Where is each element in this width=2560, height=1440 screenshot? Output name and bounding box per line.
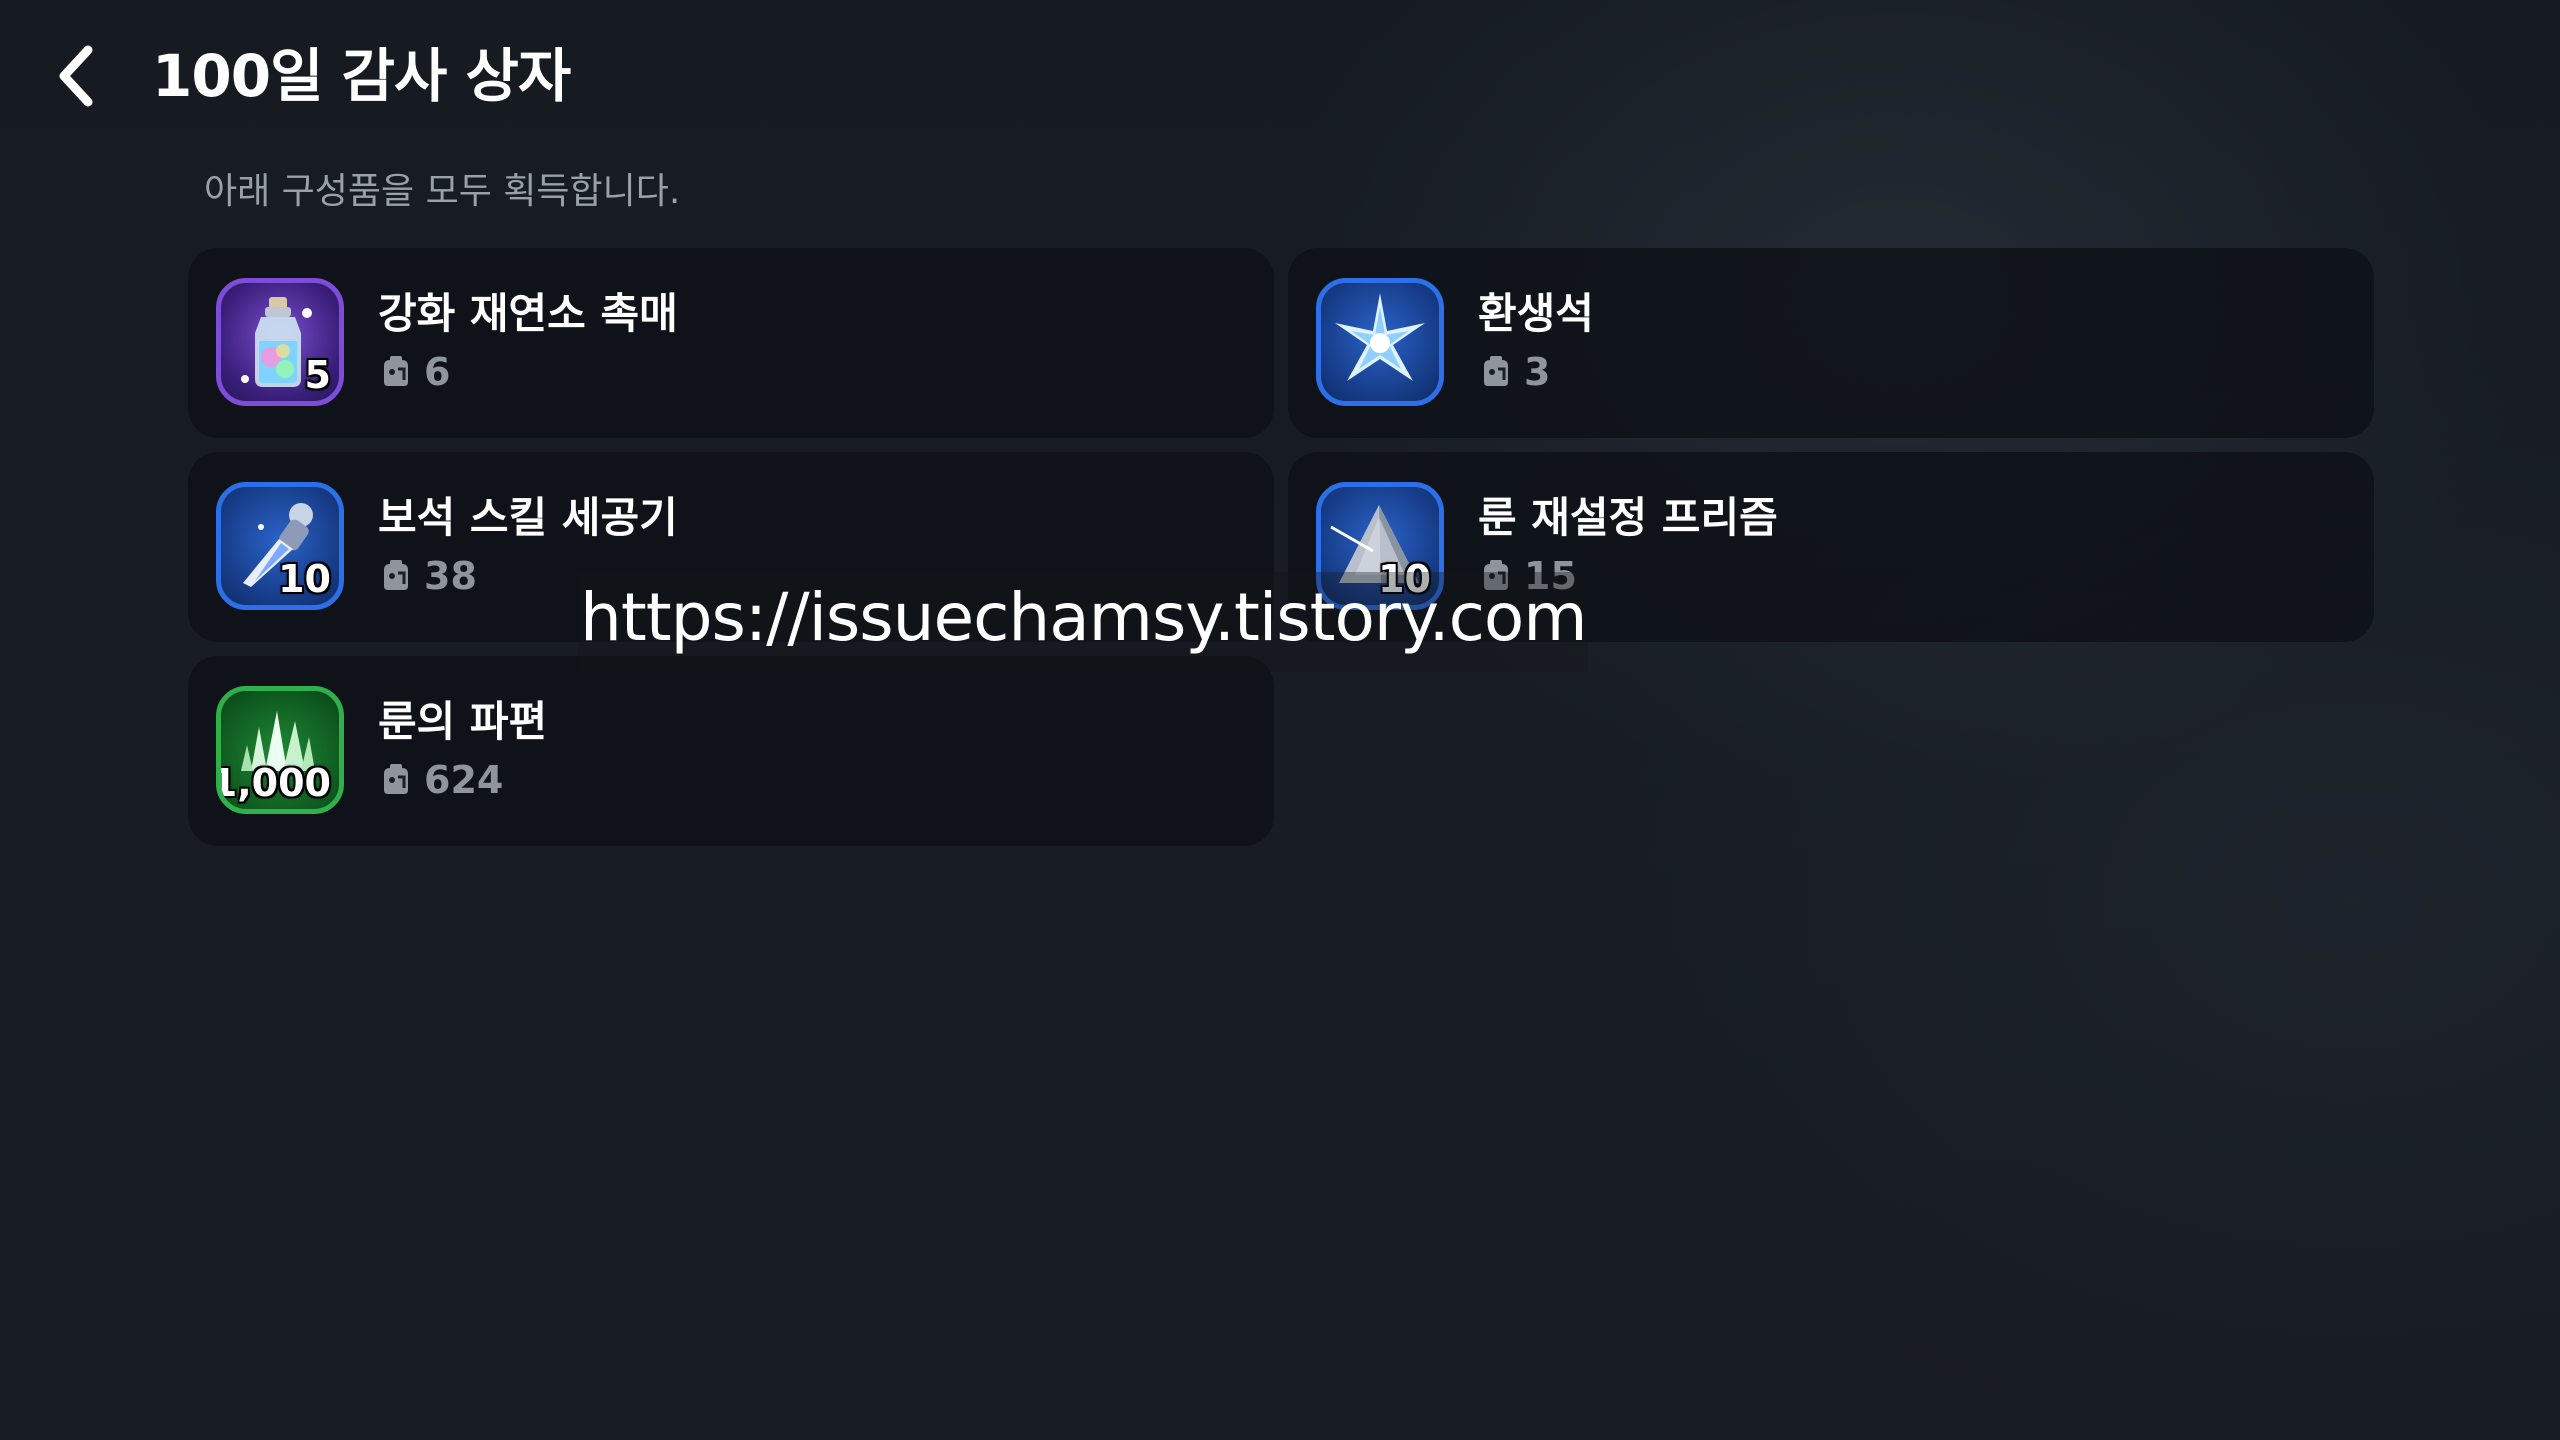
item-name: 룬 재설정 프리즘 (1478, 493, 1778, 542)
item-name: 강화 재연소 촉매 (378, 289, 678, 338)
watermark-text: https://issuechamsy.tistory.com (580, 579, 1588, 656)
item-icon-frame: 1,000 (216, 686, 344, 814)
item-quantity: 1,000 (216, 761, 331, 805)
owned-count: 3 (1524, 350, 1551, 394)
owned-count: 624 (424, 758, 504, 802)
inventory-bag-icon (384, 764, 408, 794)
inventory-bag-icon (1484, 356, 1508, 386)
item-name: 보석 스킬 세공기 (378, 493, 678, 542)
item-icon-frame: 5 (216, 278, 344, 406)
description-text: 아래 구성품을 모두 획득합니다. (204, 171, 681, 212)
item-card[interactable]: 5 강화 재연소 촉매 6 (188, 248, 1274, 438)
item-icon-frame: 10 (216, 482, 344, 610)
item-name: 환생석 (1478, 289, 1594, 338)
owned-count-row: 38 (378, 548, 477, 604)
star-crystal-icon (1335, 293, 1425, 381)
item-card[interactable]: 1,000 룬의 파편 624 (188, 656, 1274, 846)
watermark-overlay: https://issuechamsy.tistory.com (578, 572, 1588, 672)
item-quantity: 5 (304, 353, 331, 397)
owned-count-row: 6 (378, 344, 450, 400)
chevron-left-icon (59, 45, 93, 107)
item-card[interactable]: 환생석 3 (1288, 248, 2374, 438)
header-bar: 100일 감사 상자 (0, 0, 2560, 150)
owned-count-row: 624 (378, 752, 503, 808)
item-icon-frame (1316, 278, 1444, 406)
back-button[interactable] (40, 36, 112, 116)
inventory-bag-icon (384, 356, 408, 386)
owned-count: 38 (424, 554, 477, 598)
item-name: 룬의 파편 (378, 697, 548, 746)
item-quantity: 10 (278, 557, 331, 601)
inventory-bag-icon (384, 560, 408, 590)
owned-count-row: 3 (1478, 344, 1550, 400)
owned-count: 6 (424, 350, 451, 394)
page-title: 100일 감사 상자 (152, 42, 571, 110)
